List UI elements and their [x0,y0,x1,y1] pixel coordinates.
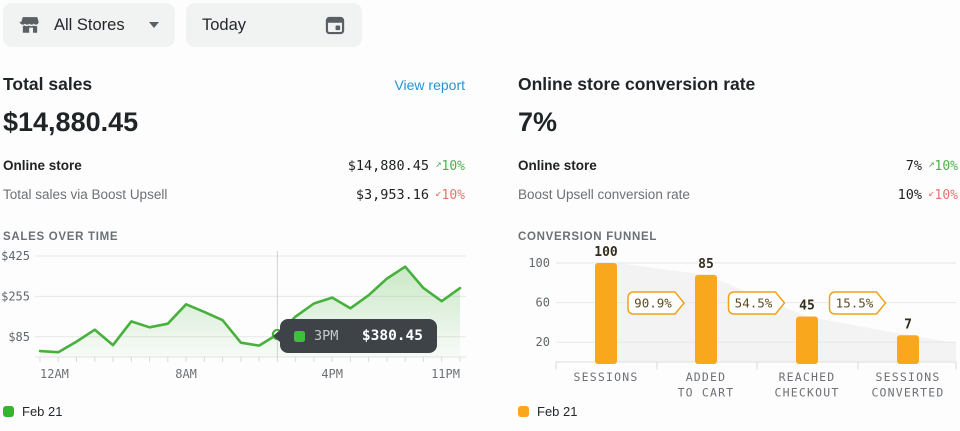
metric-value: $3,953.16 [356,187,429,203]
bar-value-label: 85 [698,257,714,272]
conversion-rate-value: 7% [518,107,958,138]
x-axis-label: 4PM [321,367,343,381]
metric-row-boost-upsell-sales: Total sales via Boost Upsell $3,953.16 ↙… [3,180,465,209]
tooltip-value: $380.45 [362,328,423,344]
chevron-down-icon [149,22,159,28]
conversion-badge-label: 54.5% [735,296,773,311]
y-axis-label: 20 [536,335,550,349]
conversion-badge-label: 90.9% [634,296,672,311]
sales-over-time-heading: SALES OVER TIME [3,231,465,243]
funnel-category-label: CONVERTED [871,386,944,400]
conversion-rate-title: Online store conversion rate [518,74,755,95]
y-axis-label: $425 [1,249,30,263]
metric-label: Online store [3,158,348,173]
total-sales-title: Total sales [3,74,92,95]
total-sales-value: $14,880.45 [3,107,465,138]
bar-value-label: 7 [904,317,912,332]
metric-value: 7% [906,158,922,174]
tooltip-time: 3PM [314,328,338,344]
metric-value: $14,880.45 [348,158,429,174]
funnel-bar[interactable] [796,316,818,364]
store-selector-button[interactable]: All Stores [3,3,175,47]
delta-value: 10% [442,188,465,203]
bar-value-label: 100 [594,245,618,260]
metric-delta: ↗10% [922,158,958,174]
legend-swatch-green [3,406,14,417]
metric-label: Online store [518,158,906,173]
conversion-funnel-heading: CONVERSION FUNNEL [518,231,958,243]
metric-value: 10% [898,187,922,203]
metric-delta: ↙10% [922,187,958,203]
view-report-link[interactable]: View report [394,77,465,93]
x-axis-label: 8AM [175,367,197,381]
total-sales-panel: Total sales View report $14,880.45 Onlin… [3,74,465,243]
funnel-category-label: TO CART [678,386,735,400]
y-axis-label: $85 [8,330,30,344]
x-axis-label: 12AM [40,367,69,381]
delta-value: 10% [935,159,958,174]
funnel-category-label: REACHED [779,370,836,384]
funnel-chart-legend: Feb 21 [518,404,577,419]
y-axis-label: 100 [528,256,550,270]
funnel-category-label: SESSIONS [574,370,639,384]
legend-label: Feb 21 [537,404,577,419]
metric-row-online-store: Online store $14,880.45 ↗10% [3,151,465,180]
funnel-bar[interactable] [695,275,717,364]
tooltip-series-swatch [294,331,305,342]
metric-delta: ↗10% [429,158,465,174]
funnel-category-label: ADDED [686,370,727,384]
conversion-funnel-chart[interactable]: 100 60 20 100 85 45 7 90.9% 54.5% 15.5% SESSIONS AD… [518,245,958,400]
funnel-bar[interactable] [897,335,919,364]
conversion-rate-panel: Online store conversion rate 7% Online s… [518,74,958,243]
calendar-icon [324,14,346,36]
legend-swatch-orange [518,406,529,417]
sales-chart-legend: Feb 21 [3,404,62,419]
metric-delta: ↙10% [429,187,465,203]
chart-tooltip: 3PM $380.45 [280,319,437,353]
metric-row-boost-upsell-rate: Boost Upsell conversion rate 10% ↙10% [518,180,958,209]
bar-value-label: 45 [799,298,815,313]
y-axis-label: $255 [1,289,30,303]
date-selector-button[interactable]: Today [186,3,362,47]
metric-label: Boost Upsell conversion rate [518,187,898,202]
store-selector-label: All Stores [54,16,125,35]
metric-label: Total sales via Boost Upsell [3,187,356,202]
date-selector-label: Today [202,16,246,35]
conversion-badge-label: 15.5% [836,296,874,311]
y-axis-label: 60 [536,296,550,310]
store-icon [19,14,41,36]
legend-label: Feb 21 [22,404,62,419]
funnel-category-label: CHECKOUT [775,386,840,400]
delta-value: 10% [442,159,465,174]
funnel-bar[interactable] [595,263,617,364]
delta-value: 10% [935,188,958,203]
funnel-category-label: SESSIONS [876,370,941,384]
x-axis-label: 11PM [431,367,460,381]
metric-row-online-store-rate: Online store 7% ↗10% [518,151,958,180]
